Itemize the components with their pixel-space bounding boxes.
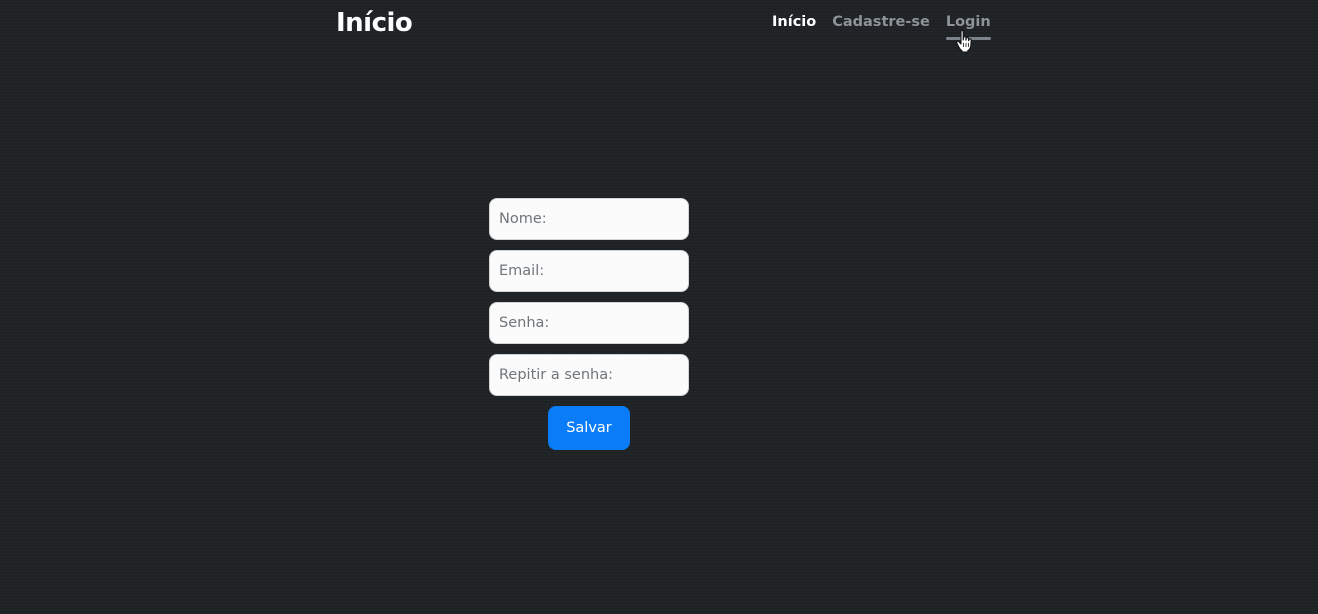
hand-pointer-icon <box>956 29 972 53</box>
repeat-password-input[interactable] <box>489 354 689 396</box>
email-input[interactable] <box>489 250 689 292</box>
signup-form: Salvar <box>489 198 689 450</box>
brand-title[interactable]: Início <box>336 8 413 38</box>
save-button[interactable]: Salvar <box>548 406 630 450</box>
nav-inicio[interactable]: Início <box>772 14 816 36</box>
page: Início Início Cadastre-se Login Salvar <box>0 0 1318 614</box>
name-input[interactable] <box>489 198 689 240</box>
password-input[interactable] <box>489 302 689 344</box>
save-button-wrapper: Salvar <box>489 406 689 450</box>
nav-cadastre-se[interactable]: Cadastre-se <box>832 14 930 36</box>
